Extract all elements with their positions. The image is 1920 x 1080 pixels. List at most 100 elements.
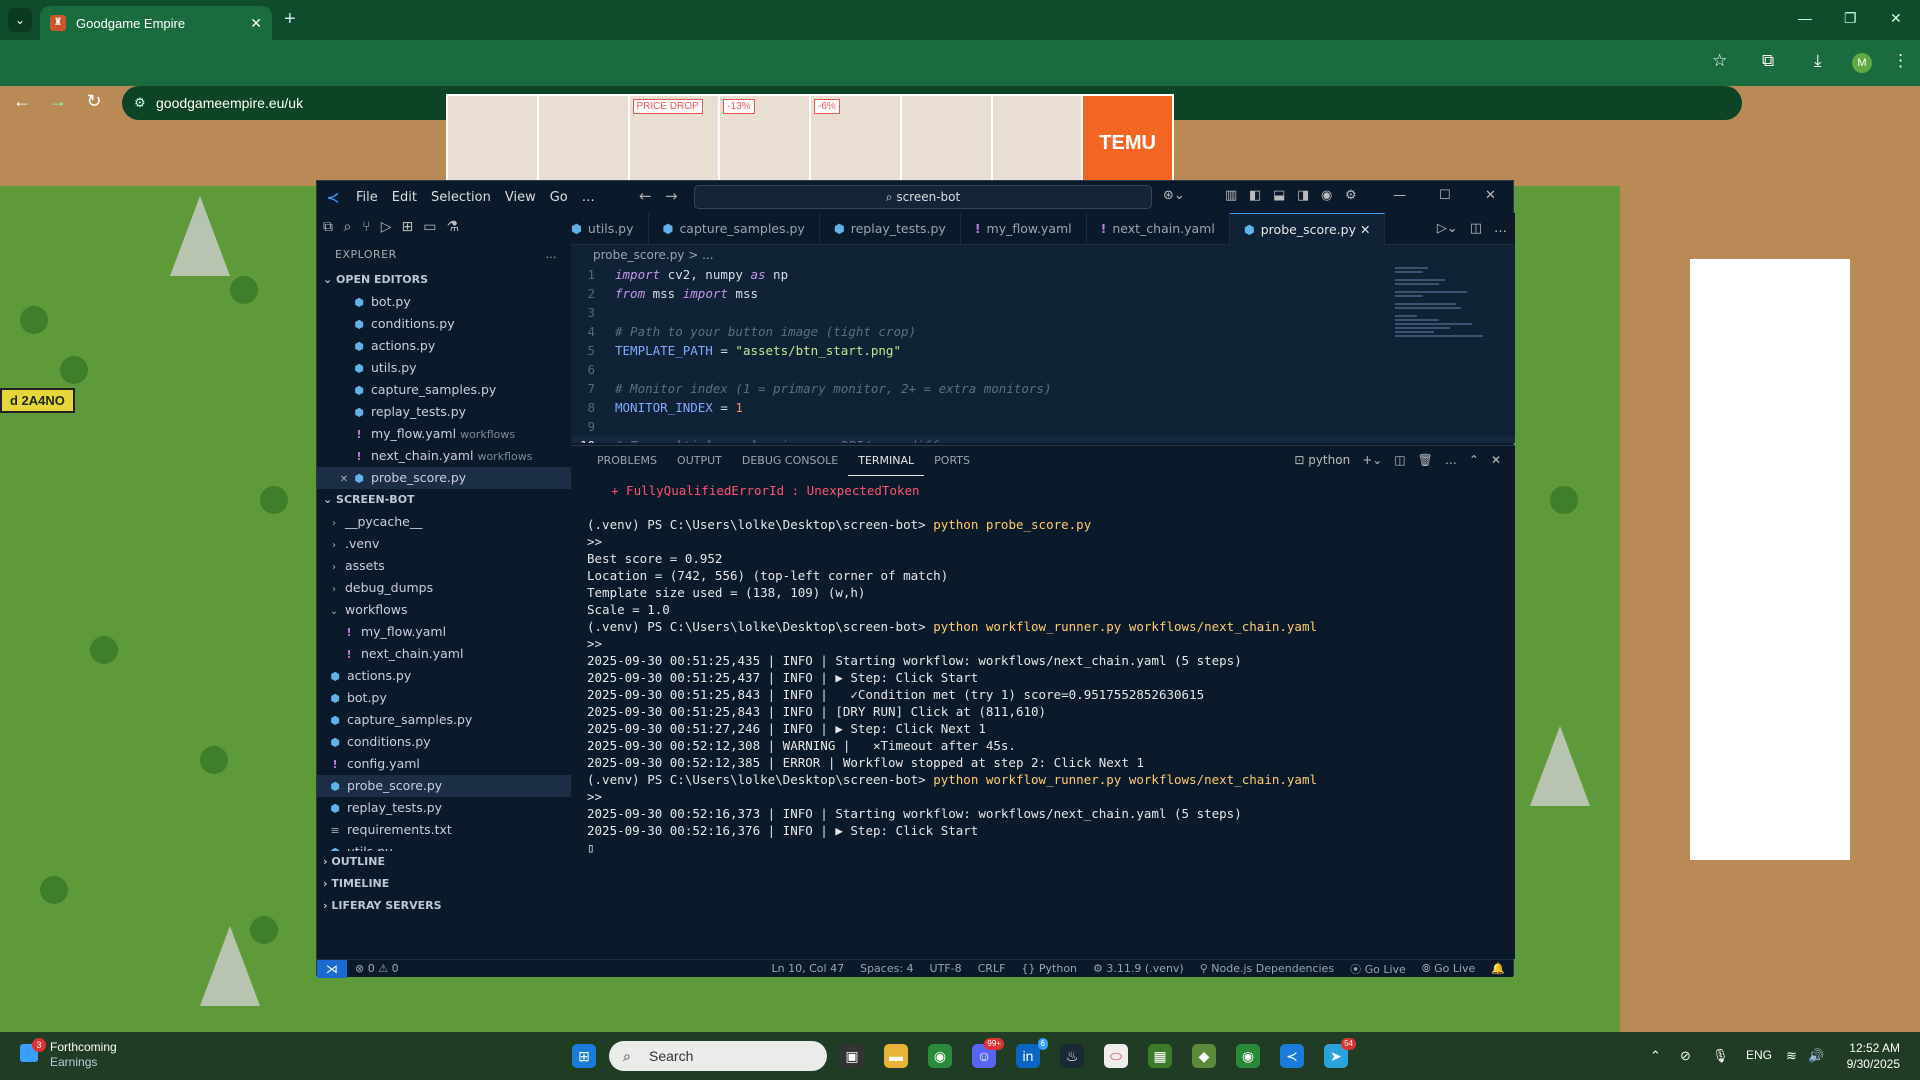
minecraft-icon[interactable]: ▦	[1148, 1044, 1172, 1068]
layout-icon[interactable]: ▥	[1225, 188, 1237, 203]
timeline-section[interactable]: › TIMELINE	[317, 873, 571, 895]
search-icon[interactable]: ⌕	[343, 219, 352, 235]
go-live-1[interactable]: ⦿ Go Live	[1342, 961, 1414, 977]
profile-avatar[interactable]: M	[1852, 53, 1872, 73]
explorer-more-icon[interactable]: …	[546, 241, 558, 269]
file-item[interactable]: ⬢ actions.py	[317, 665, 571, 687]
ad-banner[interactable]: PRICE DROP -13% -6% TEMU	[446, 94, 1174, 182]
menu-view[interactable]: View	[498, 190, 543, 205]
folder-item[interactable]: ⌄ workflows	[317, 599, 571, 621]
editor-tab[interactable]: ! my_flow.yaml	[961, 213, 1087, 245]
settings-gear-icon[interactable]: ⚙	[1345, 188, 1357, 203]
toggle-secondary-sidebar-icon[interactable]: ◨	[1297, 188, 1309, 203]
file-item[interactable]: ⬢ probe_score.py	[317, 775, 571, 797]
python-interpreter[interactable]: ⚙ 3.11.9 (.venv)	[1085, 962, 1192, 975]
download-icon[interactable]: ⤓	[1814, 51, 1822, 71]
indentation[interactable]: Spaces: 4	[852, 962, 921, 975]
reload-icon[interactable]: ↻	[82, 91, 106, 112]
ad-item-mat[interactable]	[901, 96, 991, 180]
encoding[interactable]: UTF-8	[922, 962, 970, 975]
editor-tab[interactable]: ! next_chain.yaml	[1087, 213, 1230, 245]
panel-tab-ports[interactable]: PORTS	[924, 446, 980, 476]
maximize-icon[interactable]: ☐	[1439, 188, 1451, 203]
toggle-sidebar-icon[interactable]: ◧	[1249, 188, 1261, 203]
terminal-output[interactable]: + FullyQualifiedErrorId : UnexpectedToke…	[587, 482, 1487, 952]
file-item[interactable]: ≡ requirements.txt	[317, 819, 571, 841]
folder-item[interactable]: › debug_dumps	[317, 577, 571, 599]
run-file-icon[interactable]: ▷⌄	[1437, 221, 1458, 236]
player-name-tag[interactable]: d 2A4NO	[0, 388, 75, 413]
file-item[interactable]: ⬢ bot.py	[317, 687, 571, 709]
chrome-profile-icon[interactable]: ◉	[1236, 1044, 1260, 1068]
start-windows-icon[interactable]: ⊞	[572, 1044, 596, 1068]
menu-file[interactable]: File	[349, 190, 385, 205]
forward-arrow-icon[interactable]: →	[46, 91, 70, 112]
tab-search-chevron-icon[interactable]: ⌄	[8, 8, 32, 32]
ad-item-fishing-line[interactable]: -13%	[720, 96, 809, 180]
editor-tab[interactable]: ⬢ probe_score.py ✕	[1229, 213, 1386, 245]
file-item[interactable]: ! config.yaml	[317, 753, 571, 775]
ad-item-boots[interactable]	[538, 96, 628, 180]
folder-item[interactable]: › assets	[317, 555, 571, 577]
wifi-icon[interactable]: ≋	[1786, 1048, 1797, 1064]
editor-more-icon[interactable]: …	[1494, 221, 1507, 236]
game-map-right[interactable]	[1510, 186, 1620, 1036]
system-clock[interactable]: 12:52 AM 9/30/2025	[1840, 1040, 1900, 1072]
panel-tab-debug-console[interactable]: DEBUG CONSOLE	[732, 446, 848, 476]
remote-indicator-icon[interactable]: ⋊	[317, 959, 347, 978]
testing-flask-icon[interactable]: ⚗	[446, 219, 459, 235]
remote-explorer-icon[interactable]: ▭	[423, 219, 436, 235]
account-icon[interactable]: ◉	[1321, 188, 1332, 203]
chrome-icon[interactable]: ◉	[928, 1044, 952, 1068]
panel-tab-problems[interactable]: PROBLEMS	[587, 446, 667, 476]
panel-more-icon[interactable]: …	[1445, 453, 1457, 467]
liferay-servers-section[interactable]: › LIFERAY SERVERS	[317, 895, 571, 917]
linkedin-icon[interactable]: in 6	[1016, 1038, 1048, 1068]
network-off-icon[interactable]: ⊘	[1680, 1048, 1691, 1064]
open-editor-item[interactable]: ⬢ replay_tests.py	[317, 401, 571, 423]
maximize-panel-icon[interactable]: ⌃	[1469, 453, 1479, 467]
panel-tab-terminal[interactable]: TERMINAL	[848, 446, 925, 476]
editor-tab[interactable]: ⬢ replay_tests.py	[820, 213, 961, 245]
split-editor-icon[interactable]: ◫	[1470, 221, 1482, 236]
notifications-bell-icon[interactable]: 🔔	[1483, 962, 1513, 975]
file-explorer-icon[interactable]: ▬	[884, 1044, 908, 1068]
split-terminal-icon[interactable]: ◫	[1394, 453, 1405, 467]
widgets-button[interactable]: 3 Forthcoming Earnings	[20, 1038, 117, 1070]
ad-item-coins[interactable]	[448, 96, 537, 180]
bookmark-star-icon[interactable]: ☆	[1712, 51, 1727, 71]
outline-section[interactable]: › OUTLINE	[317, 851, 571, 873]
ad-item-shoes[interactable]: -6%	[811, 96, 900, 180]
ad-item-mask[interactable]: PRICE DROP	[629, 96, 719, 180]
nav-forward-icon[interactable]: →	[665, 187, 678, 205]
steam-icon[interactable]: ♨	[1060, 1044, 1084, 1068]
menu-edit[interactable]: Edit	[385, 190, 424, 205]
panel-tab-output[interactable]: OUTPUT	[667, 446, 732, 476]
run-debug-icon[interactable]: ▷	[381, 219, 392, 235]
discord-icon[interactable]: ☺ 99+	[972, 1038, 1004, 1068]
volume-icon[interactable]: 🔊	[1808, 1048, 1824, 1064]
source-control-icon[interactable]: ⑂	[362, 219, 371, 235]
new-tab-button[interactable]: +	[284, 8, 296, 31]
browser-tab[interactable]: ♜ Goodgame Empire ✕	[40, 6, 272, 40]
problems-count[interactable]: ⊗ 0 ⚠ 0	[347, 962, 407, 975]
code-editor[interactable]: 1 import cv2, numpy as np 2 from mss import…	[571, 265, 1515, 443]
menu-go[interactable]: Go	[543, 190, 575, 205]
file-item[interactable]: ⬢ conditions.py	[317, 731, 571, 753]
vscode-taskbar-icon[interactable]: ≺	[1280, 1044, 1304, 1068]
open-editor-item[interactable]: ⬢ actions.py	[317, 335, 571, 357]
terminal-profile[interactable]: ⊡ python	[1294, 453, 1350, 467]
restore-icon[interactable]: ❐	[1844, 10, 1857, 27]
game-map-left[interactable]	[0, 186, 320, 1036]
taskbar-search[interactable]: ⌕ Search	[609, 1041, 827, 1071]
folder-item[interactable]: › __pycache__	[317, 511, 571, 533]
microphone-icon[interactable]: 🎙	[1712, 1048, 1729, 1064]
toggle-panel-icon[interactable]: ⬓	[1273, 188, 1285, 203]
file-item[interactable]: ⬢ replay_tests.py	[317, 797, 571, 819]
task-view-icon[interactable]: ▣	[840, 1044, 864, 1068]
command-center[interactable]: ⌕ screen-bot	[694, 185, 1152, 209]
back-arrow-icon[interactable]: ←	[10, 91, 34, 112]
close-icon[interactable]: ✕	[1485, 188, 1496, 203]
language-mode[interactable]: {} Python	[1013, 962, 1085, 975]
cursor-position[interactable]: Ln 10, Col 47	[764, 962, 853, 975]
